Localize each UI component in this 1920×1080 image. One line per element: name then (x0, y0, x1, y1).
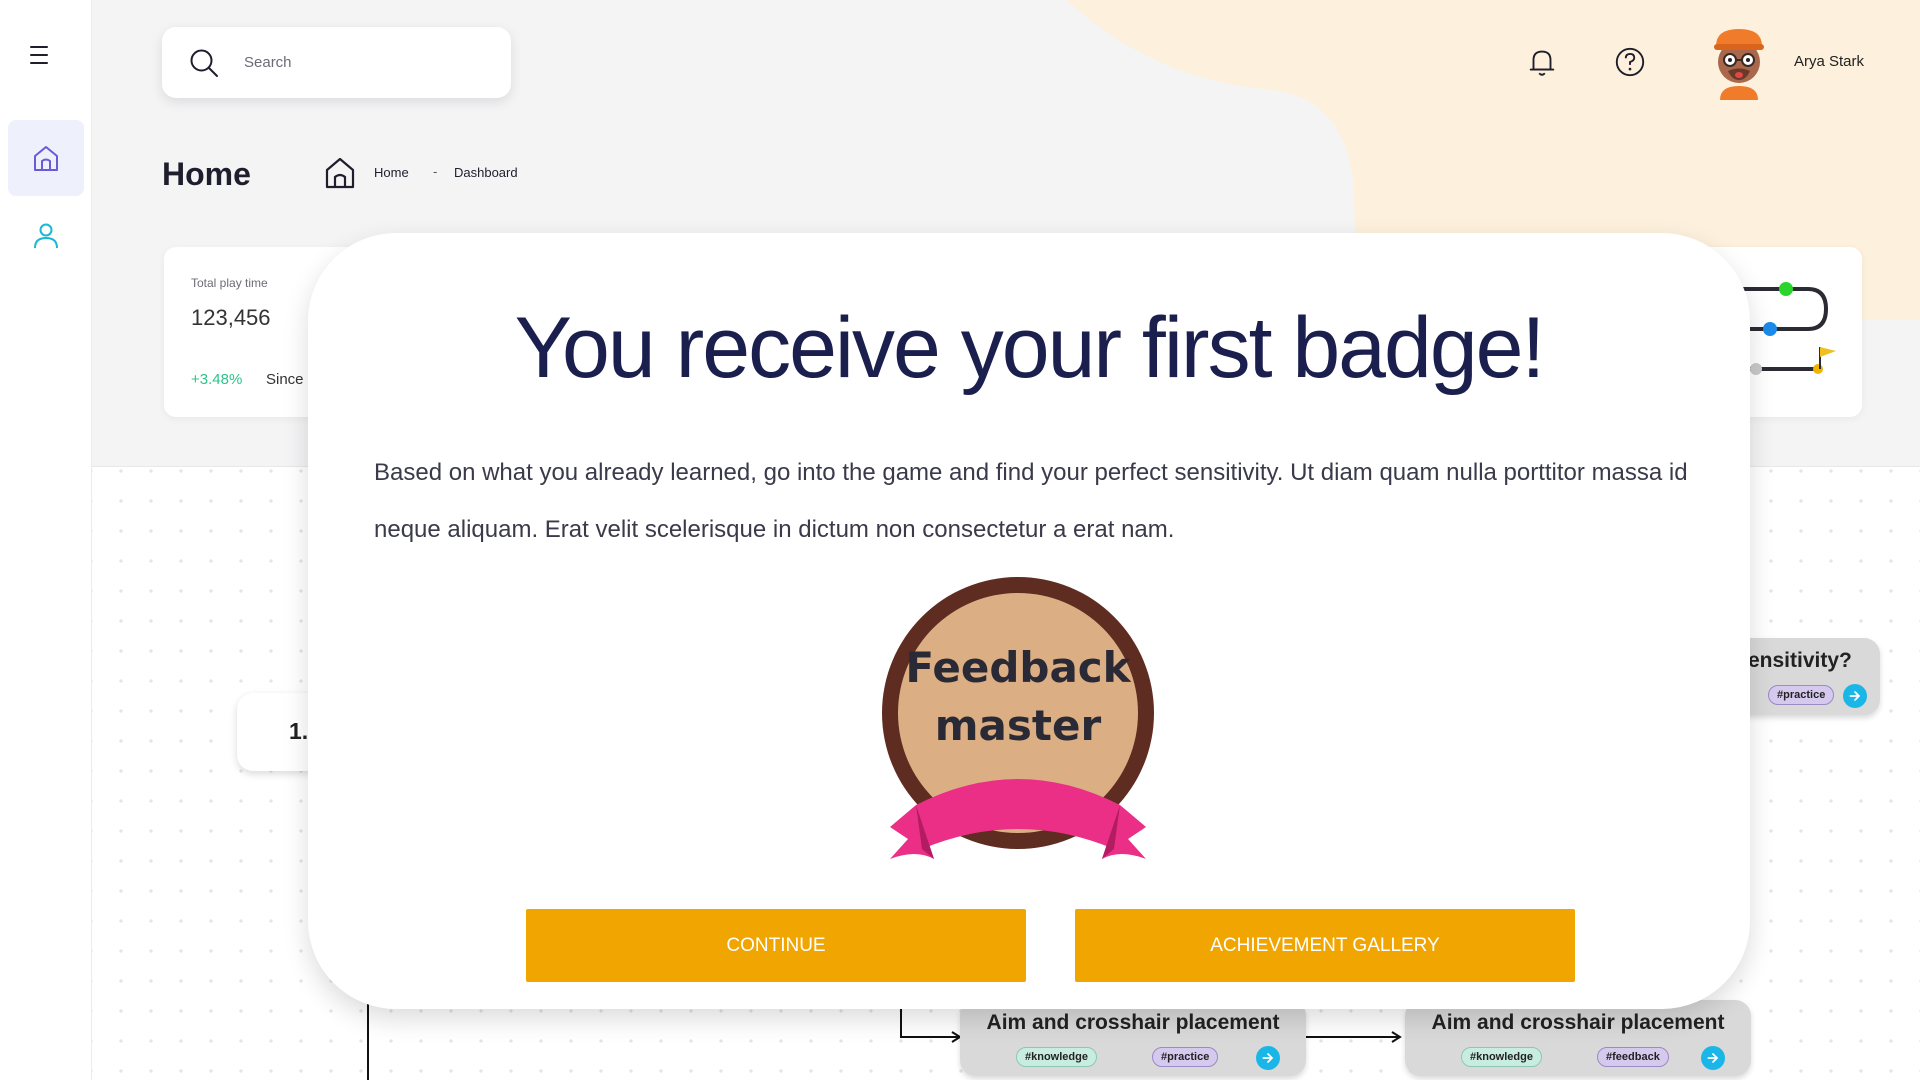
badge-modal: You receive your first badge! Based on w… (308, 233, 1750, 1009)
badge-title-line2: master (934, 701, 1102, 750)
continue-button[interactable]: CONTINUE (526, 909, 1026, 982)
modal-title: You receive your first badge! (514, 300, 1546, 396)
breadcrumb-current: Dashboard (454, 165, 518, 180)
arrow-right-icon[interactable] (1701, 1046, 1725, 1070)
tag-practice: #practice (1152, 1047, 1219, 1067)
home-icon (34, 146, 58, 171)
bell-icon[interactable] (1524, 44, 1560, 80)
breadcrumb-home[interactable]: Home (374, 165, 409, 180)
breadcrumb-separator: - (433, 164, 438, 179)
page-title: Home (162, 156, 251, 192)
badge-title-line1: Feedback (905, 643, 1131, 692)
arrow-right-icon[interactable] (1256, 1046, 1280, 1070)
flow-step-label: 1. (289, 718, 309, 744)
search-icon (190, 49, 218, 77)
flow-node-aim-1[interactable]: Aim and crosshair placement #knowledge #… (960, 1000, 1306, 1076)
search-input[interactable] (244, 54, 484, 71)
tag-feedback: #feedback (1597, 1047, 1669, 1067)
help-circle-icon[interactable] (1612, 44, 1648, 80)
stat-label: Total play time (191, 276, 268, 290)
hamburger-icon[interactable] (30, 46, 54, 64)
flow-node-title: Aim and crosshair placement (986, 1011, 1280, 1034)
search-bar[interactable] (162, 27, 511, 98)
tag-knowledge: #knowledge (1016, 1047, 1097, 1067)
sidebar-item-profile[interactable] (8, 198, 84, 274)
tag-knowledge: #knowledge (1461, 1047, 1542, 1067)
avatar-icon[interactable] (1706, 24, 1772, 100)
stat-since: Since (266, 371, 304, 388)
modal-body-text: Based on what you already learned, go in… (374, 459, 1688, 543)
sidebar-item-home[interactable] (8, 120, 84, 196)
flow-node-aim-2[interactable]: Aim and crosshair placement #knowledge #… (1405, 1000, 1751, 1076)
stat-change: +3.48% (191, 371, 243, 388)
breadcrumb-home-icon[interactable] (324, 156, 356, 190)
flow-node-title: Aim and crosshair placement (1431, 1011, 1725, 1034)
user-icon (34, 223, 58, 249)
arrow-right-icon[interactable] (1843, 684, 1867, 708)
sidebar (0, 0, 92, 1080)
flow-node-title: ensitivity? (1748, 649, 1852, 672)
achievement-gallery-button[interactable]: ACHIEVEMENT GALLERY (1075, 909, 1575, 982)
badge-medal: Feedback master (878, 573, 1158, 873)
user-name[interactable]: Arya Stark (1794, 53, 1864, 70)
tag-practice: #practice (1768, 685, 1835, 705)
stat-value: 123,456 (191, 305, 271, 330)
